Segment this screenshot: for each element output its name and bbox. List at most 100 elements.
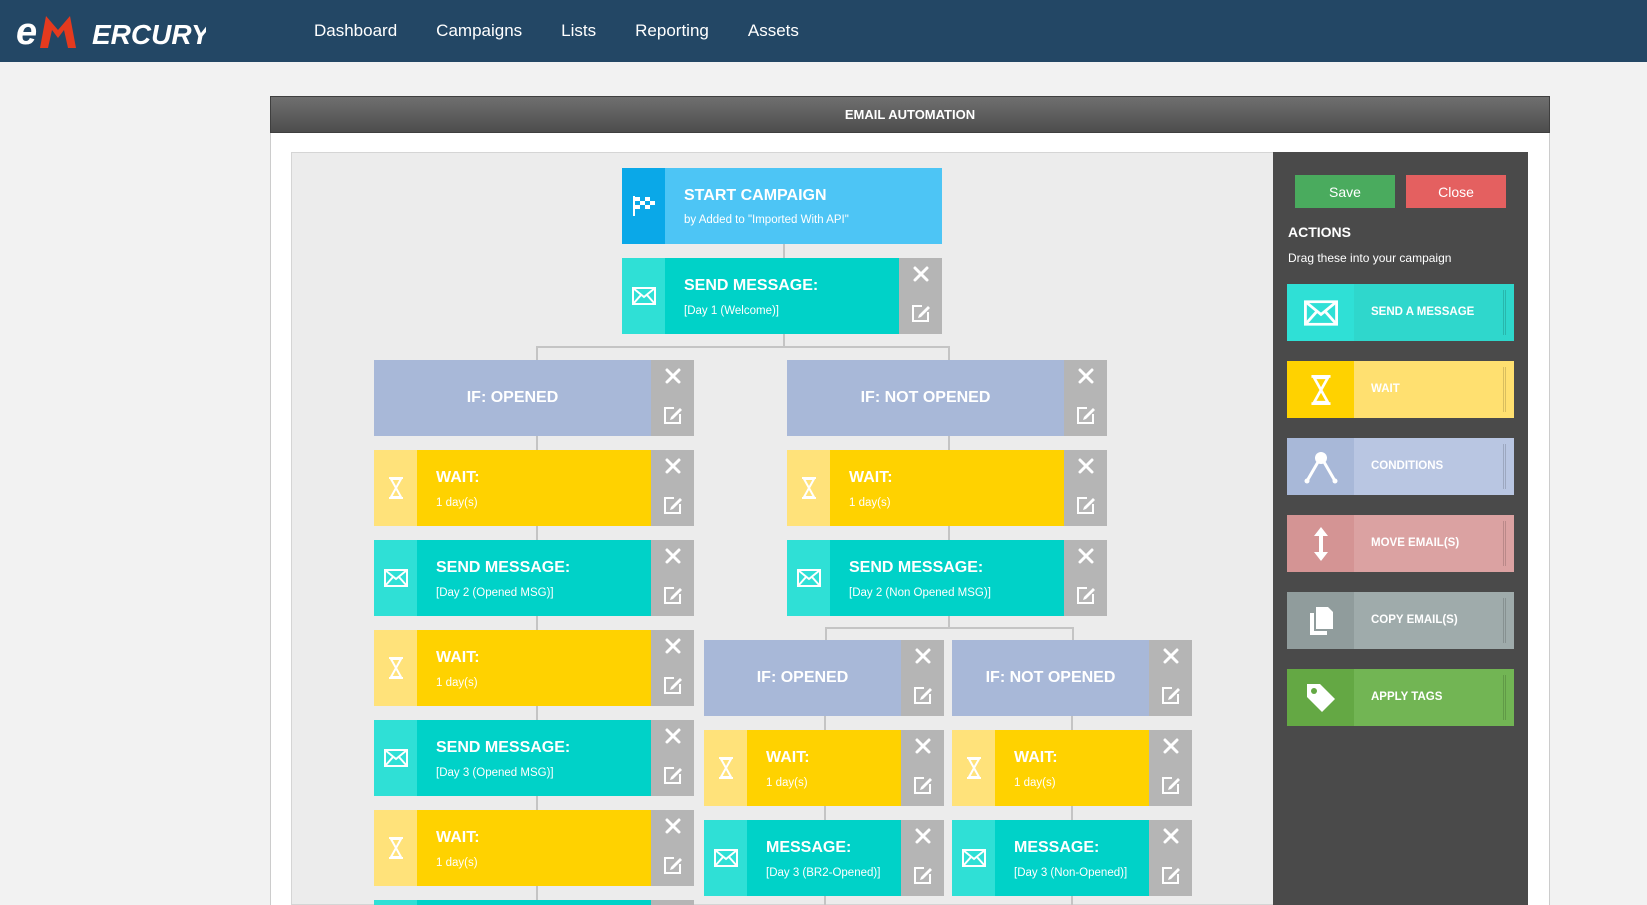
action-apply-tags[interactable]: APPLY TAGS xyxy=(1287,669,1514,726)
node-title: IF: NOT OPENED xyxy=(860,389,991,406)
edit-icon[interactable] xyxy=(663,495,683,515)
node-title: WAIT: xyxy=(436,829,480,846)
delete-icon[interactable] xyxy=(914,827,932,845)
node-title: WAIT: xyxy=(436,649,480,666)
envelope-icon xyxy=(374,900,417,905)
edit-icon[interactable] xyxy=(1076,495,1096,515)
delete-icon[interactable] xyxy=(664,817,682,835)
top-navbar: e ERCURY Dashboard Campaigns Lists Repor… xyxy=(0,0,1647,62)
edit-icon[interactable] xyxy=(663,675,683,695)
start-campaign-node[interactable]: START CAMPAIGN by Added to "Imported Wit… xyxy=(622,168,942,244)
nav-dashboard[interactable]: Dashboard xyxy=(314,21,397,41)
drag-handle[interactable] xyxy=(1503,290,1506,335)
nav-campaigns[interactable]: Campaigns xyxy=(436,21,522,41)
send-message-node[interactable]: SEND MESSAGE: [Day 3 (Opened MSG)] xyxy=(374,720,694,796)
envelope-icon xyxy=(374,540,417,616)
node-title: WAIT: xyxy=(436,469,480,486)
send-message-node-partial[interactable] xyxy=(374,900,694,905)
action-label: CONDITIONS xyxy=(1371,460,1444,472)
nav-reporting[interactable]: Reporting xyxy=(635,21,709,41)
condition-node-opened[interactable]: IF: OPENED xyxy=(374,360,694,436)
emercury-logo[interactable]: e ERCURY xyxy=(16,8,206,52)
edit-icon[interactable] xyxy=(663,405,683,425)
node-title: SEND MESSAGE: xyxy=(849,559,984,576)
drag-handle[interactable] xyxy=(1503,675,1506,720)
drag-handle[interactable] xyxy=(1503,598,1506,643)
action-move-emails[interactable]: MOVE EMAIL(S) xyxy=(1287,515,1514,572)
drag-handle[interactable] xyxy=(1503,367,1506,412)
close-button[interactable]: Close xyxy=(1406,175,1506,208)
condition-node-opened[interactable]: IF: OPENED xyxy=(704,640,944,716)
delete-icon[interactable] xyxy=(1162,647,1180,665)
hourglass-icon xyxy=(374,630,417,706)
wait-node[interactable]: WAIT: 1 day(s) xyxy=(952,730,1192,806)
actions-title: ACTIONS xyxy=(1288,224,1351,240)
node-subtitle: 1 day(s) xyxy=(766,777,808,789)
nav-lists[interactable]: Lists xyxy=(561,21,596,41)
edit-icon[interactable] xyxy=(663,765,683,785)
action-conditions[interactable]: CONDITIONS xyxy=(1287,438,1514,495)
delete-icon[interactable] xyxy=(1077,367,1095,385)
send-message-node[interactable]: SEND MESSAGE: [Day 2 (Opened MSG)] xyxy=(374,540,694,616)
node-title: IF: OPENED xyxy=(756,669,849,686)
delete-icon[interactable] xyxy=(1162,827,1180,845)
condition-node-not-opened[interactable]: IF: NOT OPENED xyxy=(952,640,1192,716)
send-message-node[interactable]: SEND MESSAGE: [Day 2 (Non Opened MSG)] xyxy=(787,540,1107,616)
delete-icon[interactable] xyxy=(1077,457,1095,475)
delete-icon[interactable] xyxy=(914,647,932,665)
nav-assets[interactable]: Assets xyxy=(748,21,799,41)
delete-icon[interactable] xyxy=(664,367,682,385)
drag-handle[interactable] xyxy=(1503,521,1506,566)
wait-node[interactable]: WAIT: 1 day(s) xyxy=(374,450,694,526)
edit-icon[interactable] xyxy=(1076,405,1096,425)
edit-icon[interactable] xyxy=(663,855,683,875)
delete-icon[interactable] xyxy=(664,727,682,745)
wait-node[interactable]: WAIT: 1 day(s) xyxy=(374,810,694,886)
action-copy-emails[interactable]: COPY EMAIL(S) xyxy=(1287,592,1514,649)
action-send-message[interactable]: SEND A MESSAGE xyxy=(1287,284,1514,341)
send-message-node[interactable]: SEND MESSAGE: [Day 1 (Welcome)] xyxy=(622,258,942,334)
hourglass-icon xyxy=(704,730,747,806)
send-message-node[interactable]: MESSAGE: [Day 3 (BR2-Opened)] xyxy=(704,820,944,896)
wait-node[interactable]: WAIT: 1 day(s) xyxy=(787,450,1107,526)
save-button[interactable]: Save xyxy=(1295,175,1395,208)
edit-icon[interactable] xyxy=(1161,775,1181,795)
edit-icon[interactable] xyxy=(1161,685,1181,705)
delete-icon[interactable] xyxy=(912,265,930,283)
node-subtitle: [Day 3 (BR2-Opened)] xyxy=(766,867,881,879)
node-title: WAIT: xyxy=(849,469,893,486)
panel-title: EMAIL AUTOMATION xyxy=(270,96,1550,133)
edit-icon[interactable] xyxy=(913,865,933,885)
action-wait[interactable]: WAIT xyxy=(1287,361,1514,418)
delete-icon[interactable] xyxy=(664,457,682,475)
node-subtitle: 1 day(s) xyxy=(436,497,478,509)
node-title: IF: NOT OPENED xyxy=(985,669,1116,686)
node-subtitle: 1 day(s) xyxy=(849,497,891,509)
node-title: MESSAGE: xyxy=(1014,839,1100,856)
send-message-node[interactable]: MESSAGE: [Day 3 (Non-Opened)] xyxy=(952,820,1192,896)
delete-icon[interactable] xyxy=(1162,737,1180,755)
delete-icon[interactable] xyxy=(914,737,932,755)
wait-node[interactable]: WAIT: 1 day(s) xyxy=(374,630,694,706)
node-subtitle: [Day 2 (Opened MSG)] xyxy=(436,587,554,599)
edit-icon[interactable] xyxy=(1076,585,1096,605)
node-title: SEND MESSAGE: xyxy=(436,559,571,576)
edit-icon[interactable] xyxy=(911,303,931,323)
delete-icon[interactable] xyxy=(1077,547,1095,565)
edit-icon[interactable] xyxy=(913,775,933,795)
copy-icon xyxy=(1287,592,1354,649)
wait-node[interactable]: WAIT: 1 day(s) xyxy=(704,730,944,806)
automation-canvas[interactable]: START CAMPAIGN by Added to "Imported Wit… xyxy=(291,152,1274,905)
drag-handle[interactable] xyxy=(1503,444,1506,489)
edit-icon[interactable] xyxy=(663,585,683,605)
delete-icon[interactable] xyxy=(664,637,682,655)
edit-icon[interactable] xyxy=(913,685,933,705)
condition-node-not-opened[interactable]: IF: NOT OPENED xyxy=(787,360,1107,436)
envelope-icon xyxy=(622,258,665,334)
delete-icon[interactable] xyxy=(664,547,682,565)
action-label: SEND A MESSAGE xyxy=(1371,306,1475,318)
move-arrows-icon xyxy=(1287,515,1354,572)
edit-icon[interactable] xyxy=(1161,865,1181,885)
envelope-icon xyxy=(704,820,747,896)
node-title: IF: OPENED xyxy=(466,389,559,406)
